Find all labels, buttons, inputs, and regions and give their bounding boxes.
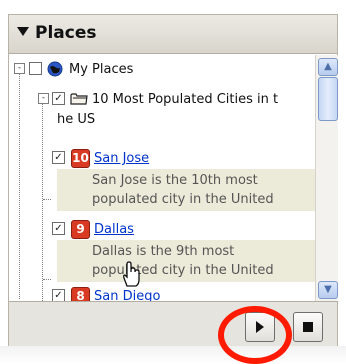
panel-title: Places <box>35 23 97 43</box>
rank-badge: 8 <box>71 287 90 301</box>
place-link[interactable]: San Jose <box>94 151 149 166</box>
triangle-down-icon[interactable] <box>17 27 29 36</box>
chevron-up-icon[interactable]: ▲ <box>318 58 338 76</box>
tree-connector <box>43 199 51 200</box>
rank-badge: 9 <box>71 220 90 239</box>
folder-icon <box>70 93 88 105</box>
place-description: San Jose is the 10th most populated city… <box>57 169 315 211</box>
place-link[interactable]: Dallas <box>94 222 134 237</box>
tree-connector <box>43 279 51 280</box>
place-checkbox[interactable]: ✓ <box>52 222 65 235</box>
folder-label[interactable]: 10 Most Populated Cities in t <box>92 92 278 107</box>
places-tree: - My Places - ✓ 10 Most Populated Cities… <box>9 55 315 301</box>
collapse-toggle[interactable]: - <box>38 93 49 104</box>
place-description: Dallas is the 9th most populated city in… <box>57 240 315 282</box>
description-line: San Jose is the 10th most <box>92 173 258 188</box>
collapse-toggle[interactable]: - <box>14 63 25 74</box>
my-places-label[interactable]: My Places <box>69 62 133 77</box>
folder-label-continued: he US <box>57 112 96 127</box>
rank-badge: 10 <box>71 149 90 168</box>
tree-scrollbar[interactable]: ▲ ▼ <box>315 55 338 301</box>
hand-cursor-icon <box>123 261 140 287</box>
folder-checkbox[interactable]: ✓ <box>52 92 65 105</box>
place-checkbox[interactable]: ✓ <box>52 151 65 164</box>
globe-icon <box>47 61 63 77</box>
scrollbar-thumb[interactable] <box>318 77 338 121</box>
highlight-circle <box>218 306 292 364</box>
description-line: Dallas is the 9th most <box>92 244 235 259</box>
torn-edge <box>0 346 346 364</box>
tree-connector <box>19 67 20 299</box>
stop-tour-button[interactable] <box>293 312 323 342</box>
description-line: populated city in the United <box>92 192 274 207</box>
chevron-down-icon[interactable]: ▼ <box>318 281 338 299</box>
my-places-checkbox[interactable] <box>29 62 42 75</box>
places-window: Places - My Places - ✓ 10 Most Populated… <box>0 0 346 364</box>
place-link[interactable]: San Diego <box>94 289 160 301</box>
places-header[interactable]: Places <box>9 15 337 54</box>
place-checkbox[interactable]: ✓ <box>52 289 65 301</box>
stop-icon <box>303 322 313 332</box>
places-panel: Places - My Places - ✓ 10 Most Populated… <box>8 14 338 352</box>
